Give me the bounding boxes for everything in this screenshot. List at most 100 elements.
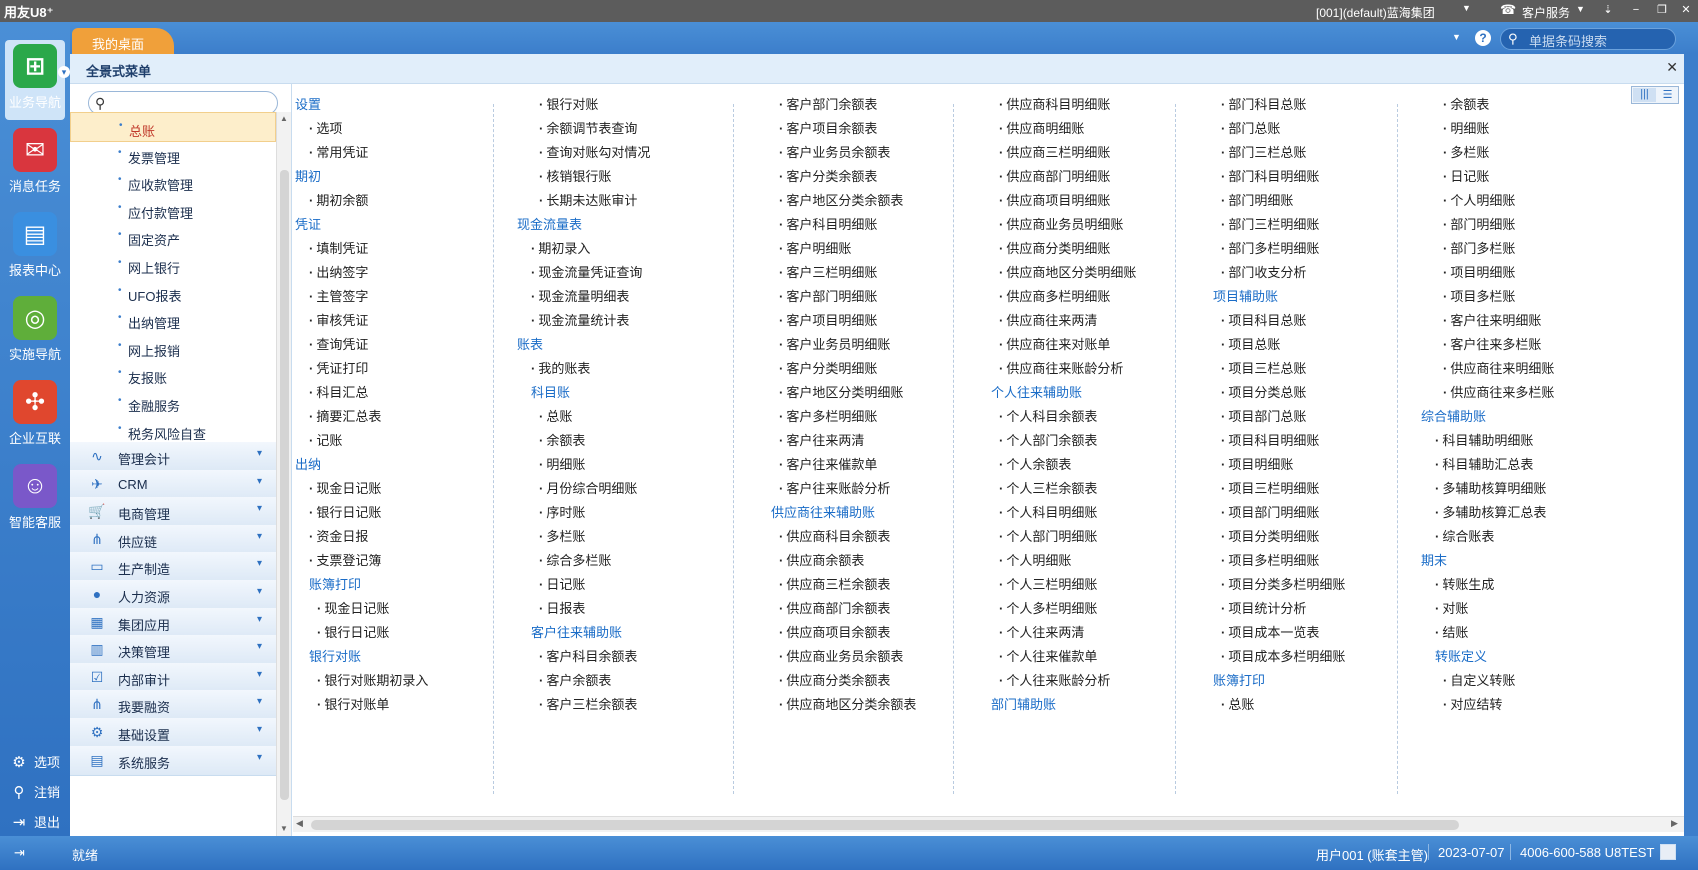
menu-item[interactable]: 供应商业务员明细账: [999, 214, 1123, 233]
menu-item[interactable]: 部门三栏明细账: [1221, 214, 1319, 233]
menu-item[interactable]: 供应商分类余额表: [779, 670, 890, 689]
menu-item[interactable]: 客户明细账: [779, 238, 851, 257]
menu-item[interactable]: 客户往来多栏账: [1443, 334, 1541, 353]
chevron-down-icon[interactable]: ▾: [257, 586, 262, 597]
collapse-toggle-icon[interactable]: ▾: [58, 66, 70, 78]
menu-item[interactable]: 客户项目明细账: [779, 310, 877, 329]
chevron-down-icon[interactable]: ▾: [257, 752, 262, 763]
chevron-down-icon[interactable]: ▾: [257, 614, 262, 625]
menu-item[interactable]: 个人科目余额表: [999, 406, 1097, 425]
menu-item[interactable]: 供应商三栏明细账: [999, 142, 1110, 161]
chevron-down-icon[interactable]: ▾: [257, 448, 262, 459]
menu-item[interactable]: 长期未达账审计: [539, 190, 637, 209]
menu-item[interactable]: 项目科目明细账: [1221, 430, 1319, 449]
sidebar-scrollbar[interactable]: ▲ ▼: [276, 112, 291, 836]
menu-group-heading[interactable]: 部门辅助账: [991, 694, 1056, 713]
menu-item[interactable]: 客户分类余额表: [779, 166, 877, 185]
menu-group-heading[interactable]: 项目辅助账: [1213, 286, 1278, 305]
menu-item[interactable]: 部门科目明细账: [1221, 166, 1319, 185]
module-checklist[interactable]: ☑ 内部审计 ▾: [70, 662, 276, 693]
menu-group-heading[interactable]: 转账定义: [1435, 646, 1487, 665]
menu-item[interactable]: 结账: [1435, 622, 1468, 641]
close-window-icon[interactable]: ✕: [1678, 2, 1694, 18]
module-factory[interactable]: ▭ 生产制造 ▾: [70, 552, 276, 583]
menu-item[interactable]: 现金日记账: [309, 478, 381, 497]
menu-item[interactable]: 客户地区分类明细账: [779, 382, 903, 401]
menu-item[interactable]: 日报表: [539, 598, 585, 617]
menu-item[interactable]: 客户多栏明细账: [779, 406, 877, 425]
menu-item[interactable]: 综合账表: [1435, 526, 1494, 545]
menu-item[interactable]: 出纳签字: [309, 262, 368, 281]
sidebar-subitem[interactable]: 发票管理: [70, 140, 276, 170]
menu-group-heading[interactable]: 账表: [517, 334, 543, 353]
menu-item[interactable]: 客户往来账龄分析: [779, 478, 890, 497]
menu-item[interactable]: 摘要汇总表: [309, 406, 381, 425]
options-button[interactable]: ⚙ 选项: [10, 752, 60, 771]
logout-button[interactable]: ⚲ 注销: [10, 782, 61, 801]
menu-item[interactable]: 供应商科目余额表: [779, 526, 890, 545]
minimize-icon[interactable]: −: [1628, 2, 1644, 18]
module-chart-line[interactable]: ∿ 管理会计 ▾: [70, 442, 276, 472]
menu-item[interactable]: 部门明细账: [1443, 214, 1515, 233]
sidebar-subitem[interactable]: 应收款管理: [70, 167, 276, 197]
menu-item[interactable]: 余额表: [1443, 94, 1489, 113]
menu-item[interactable]: 支票登记簿: [309, 550, 381, 569]
menu-item[interactable]: 审核凭证: [309, 310, 368, 329]
menu-item[interactable]: 总账: [539, 406, 572, 425]
menu-item[interactable]: 多辅助核算汇总表: [1435, 502, 1546, 521]
close-panel-icon[interactable]: ✕: [1666, 59, 1678, 76]
nav-business[interactable]: ⊞ 业务导航: [5, 40, 65, 120]
menu-item[interactable]: 供应商部门余额表: [779, 598, 890, 617]
menu-item[interactable]: 期初余额: [309, 190, 368, 209]
menu-item[interactable]: 项目科目总账: [1221, 310, 1306, 329]
menu-item[interactable]: 核销银行账: [539, 166, 611, 185]
menu-item[interactable]: 供应商分类明细账: [999, 238, 1110, 257]
menu-item[interactable]: 我的账表: [531, 358, 590, 377]
menu-item[interactable]: 项目部门明细账: [1221, 502, 1319, 521]
horizontal-scrollbar[interactable]: ◀ ▶: [293, 816, 1684, 832]
menu-group-heading[interactable]: 个人往来辅助账: [991, 382, 1082, 401]
menu-item[interactable]: 项目部门总账: [1221, 406, 1306, 425]
menu-item[interactable]: 部门三栏总账: [1221, 142, 1306, 161]
sidebar-subitem[interactable]: 网上银行: [70, 250, 276, 280]
menu-item[interactable]: 供应商往来账龄分析: [999, 358, 1123, 377]
menu-item[interactable]: 项目分类明细账: [1221, 526, 1319, 545]
sidebar-subitem[interactable]: 网上报销: [70, 333, 276, 363]
menu-group-heading[interactable]: 现金流量表: [517, 214, 582, 233]
menu-item[interactable]: 项目成本一览表: [1221, 622, 1319, 641]
menu-item[interactable]: 个人三栏余额表: [999, 478, 1097, 497]
menu-arrow-icon[interactable]: ⇣: [1600, 2, 1616, 18]
menu-item[interactable]: 项目分类多栏明细账: [1221, 574, 1345, 593]
menu-item[interactable]: 项目统计分析: [1221, 598, 1306, 617]
menu-item[interactable]: 余额表: [539, 430, 585, 449]
menu-item[interactable]: 对应结转: [1443, 694, 1502, 713]
menu-item[interactable]: 科目汇总: [309, 382, 368, 401]
menu-item[interactable]: 现金流量统计表: [531, 310, 629, 329]
nav-implement[interactable]: ◎ 实施导航: [5, 296, 65, 363]
menu-item[interactable]: 供应商三栏余额表: [779, 574, 890, 593]
menu-item[interactable]: 客户地区分类余额表: [779, 190, 903, 209]
menu-item[interactable]: 客户分类明细账: [779, 358, 877, 377]
menu-item[interactable]: 客户往来催款单: [779, 454, 877, 473]
menu-item[interactable]: 供应商多栏明细账: [999, 286, 1110, 305]
menu-item[interactable]: 供应商地区分类明细账: [999, 262, 1136, 281]
list-view-icon[interactable]: ☰: [1656, 88, 1679, 102]
menu-item[interactable]: 部门多栏明细账: [1221, 238, 1319, 257]
menu-item[interactable]: 供应商往来明细账: [1443, 358, 1554, 377]
menu-item[interactable]: 供应商地区分类余额表: [779, 694, 916, 713]
menu-item[interactable]: 银行对账: [539, 94, 598, 113]
menu-item[interactable]: 个人往来账龄分析: [999, 670, 1110, 689]
menu-item[interactable]: 供应商往来两清: [999, 310, 1097, 329]
menu-item[interactable]: 余额调节表查询: [539, 118, 637, 137]
menu-group-heading[interactable]: 综合辅助账: [1421, 406, 1486, 425]
menu-group-heading[interactable]: 供应商往来辅助账: [771, 502, 875, 521]
menu-item[interactable]: 个人明细账: [999, 550, 1071, 569]
menu-item[interactable]: 项目多栏账: [1443, 286, 1515, 305]
menu-item[interactable]: 银行日记账: [317, 622, 389, 641]
menu-item[interactable]: 多栏账: [1443, 142, 1489, 161]
scrollbar-thumb[interactable]: [311, 820, 1459, 830]
menu-item[interactable]: 客户项目余额表: [779, 118, 877, 137]
sidebar-subitem[interactable]: UFO报表: [70, 278, 276, 308]
menu-item[interactable]: 月份综合明细账: [539, 478, 637, 497]
menu-item[interactable]: 客户部门明细账: [779, 286, 877, 305]
